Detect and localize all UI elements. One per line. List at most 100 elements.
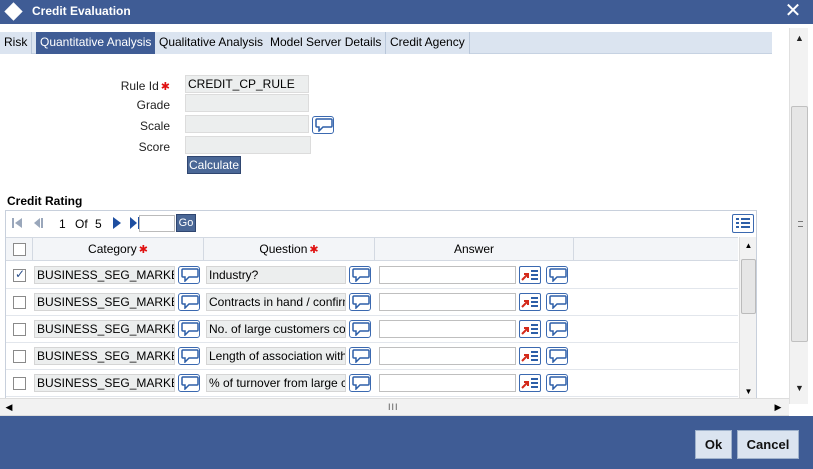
grade-field[interactable]: [185, 94, 309, 112]
scroll-left-icon[interactable]: ◀: [1, 399, 17, 415]
answer-input[interactable]: [379, 266, 516, 284]
scale-label: Scale: [139, 119, 170, 133]
select-all-checkbox[interactable]: [13, 243, 26, 256]
answer-lov-button[interactable]: [546, 266, 568, 284]
calculate-button[interactable]: Calculate: [187, 156, 241, 174]
close-icon[interactable]: ✕: [782, 0, 804, 22]
answer-input[interactable]: [379, 293, 516, 311]
category-lov-button[interactable]: [178, 320, 200, 338]
scroll-down-icon[interactable]: ▼: [790, 380, 809, 396]
table-row: BUSINESS_SEG_MARKET Contracts in hand / …: [6, 289, 738, 316]
grid-header: Category ✱ Question ✱ Answer: [6, 237, 738, 261]
column-header-answer[interactable]: Answer: [375, 238, 574, 260]
rule-id-label: Rule Id ✱: [120, 79, 170, 93]
answer-input[interactable]: [379, 374, 516, 392]
category-field[interactable]: BUSINESS_SEG_MARKET: [34, 293, 175, 311]
row-checkbox[interactable]: [13, 296, 26, 309]
pick-list-icon: [521, 351, 538, 362]
tab-quantitative-analysis[interactable]: Quantitative Analysis: [36, 32, 157, 54]
answer-list-button[interactable]: [519, 347, 541, 365]
score-field[interactable]: [185, 136, 311, 154]
question-lov-button[interactable]: [349, 347, 371, 365]
grid-vertical-scrollbar[interactable]: ▲ ▼: [739, 237, 756, 402]
list-view-icon: [736, 218, 750, 228]
cancel-button[interactable]: Cancel: [737, 430, 799, 459]
page-vertical-scrollbar[interactable]: ▲ ▼: [789, 28, 808, 404]
answer-lov-button[interactable]: [546, 347, 568, 365]
column-header-category[interactable]: Category ✱: [33, 238, 204, 260]
horizontal-scrollbar[interactable]: ◀ III ▶: [0, 398, 789, 416]
scroll-grip[interactable]: III: [388, 402, 399, 412]
grid-pager: 1 Of 5 Go: [6, 211, 756, 236]
rule-id-field[interactable]: CREDIT_CP_RULE: [185, 75, 309, 93]
ok-button[interactable]: Ok: [695, 430, 732, 459]
speech-bubble-icon: [181, 349, 199, 363]
answer-lov-button[interactable]: [546, 374, 568, 392]
category-field[interactable]: BUSINESS_SEG_MARKET: [34, 347, 175, 365]
grid-scroll-thumb[interactable]: [741, 259, 756, 314]
previous-page-icon[interactable]: [32, 216, 46, 230]
grid-scroll-up-icon[interactable]: ▲: [740, 239, 757, 253]
table-row: BUSINESS_SEG_MARKET Industry?: [6, 262, 738, 289]
row-checkbox[interactable]: [13, 323, 26, 336]
tab-qualitative-analysis[interactable]: Qualitative Analysis: [155, 32, 269, 54]
dialog-footer: Ok Cancel: [0, 416, 813, 469]
tab-model-server-details[interactable]: Model Server Details: [266, 32, 387, 54]
scale-field[interactable]: [185, 115, 309, 133]
question-field[interactable]: Industry?: [206, 266, 346, 284]
scroll-up-icon[interactable]: ▲: [790, 30, 809, 46]
question-lov-button[interactable]: [349, 320, 371, 338]
column-options-button[interactable]: [732, 214, 754, 233]
answer-input[interactable]: [379, 320, 516, 338]
dialog-content: Risk Quantitative Analysis Qualitative A…: [0, 24, 813, 416]
score-label: Score: [138, 140, 170, 154]
tab-risk[interactable]: Risk: [0, 32, 33, 54]
select-all-cell: [6, 238, 33, 260]
first-page-icon[interactable]: [10, 216, 24, 230]
scroll-thumb[interactable]: [791, 106, 808, 342]
credit-rating-grid: 1 Of 5 Go Category✱ Question✱ Answer BUS…: [5, 210, 757, 402]
category-lov-button[interactable]: [178, 347, 200, 365]
answer-list-button[interactable]: [519, 320, 541, 338]
category-field[interactable]: BUSINESS_SEG_MARKET: [34, 320, 175, 338]
answer-input[interactable]: [379, 347, 516, 365]
question-lov-button[interactable]: [349, 374, 371, 392]
answer-list-button[interactable]: [519, 266, 541, 284]
answer-lov-button[interactable]: [546, 293, 568, 311]
table-row: BUSINESS_SEG_MARKET % of turnover from l…: [6, 370, 738, 397]
speech-bubble-icon: [549, 376, 567, 390]
answer-lov-button[interactable]: [546, 320, 568, 338]
category-lov-button[interactable]: [178, 266, 200, 284]
scroll-right-icon[interactable]: ▶: [770, 399, 786, 415]
question-field[interactable]: Contracts in hand / confirmed orders: [206, 293, 346, 311]
app-diamond-icon: [4, 2, 23, 21]
pick-list-icon: [521, 378, 538, 389]
question-lov-button[interactable]: [349, 293, 371, 311]
speech-bubble-icon: [181, 322, 199, 336]
question-lov-button[interactable]: [349, 266, 371, 284]
next-page-icon[interactable]: [110, 216, 124, 230]
speech-bubble-icon: [315, 118, 333, 132]
grid-scroll-down-icon[interactable]: ▼: [740, 385, 757, 399]
column-header-question[interactable]: Question ✱: [204, 238, 375, 260]
speech-bubble-icon: [352, 295, 370, 309]
row-checkbox[interactable]: [13, 267, 26, 282]
category-field[interactable]: BUSINESS_SEG_MARKET: [34, 266, 175, 284]
row-checkbox[interactable]: [13, 377, 26, 390]
go-button[interactable]: Go: [176, 214, 196, 232]
answer-list-button[interactable]: [519, 374, 541, 392]
speech-bubble-icon: [352, 322, 370, 336]
scale-lov-button[interactable]: [312, 116, 334, 134]
row-checkbox[interactable]: [13, 350, 26, 363]
question-field[interactable]: No. of large customers contributing: [206, 320, 346, 338]
window-title: Credit Evaluation: [32, 4, 131, 18]
answer-list-button[interactable]: [519, 293, 541, 311]
category-lov-button[interactable]: [178, 293, 200, 311]
question-field[interactable]: % of turnover from large customers: [206, 374, 346, 392]
category-lov-button[interactable]: [178, 374, 200, 392]
tab-credit-agency[interactable]: Credit Agency: [386, 32, 470, 54]
page-number-input[interactable]: [139, 215, 175, 232]
category-field[interactable]: BUSINESS_SEG_MARKET: [34, 374, 175, 392]
question-field[interactable]: Length of association with customers: [206, 347, 346, 365]
speech-bubble-icon: [181, 295, 199, 309]
